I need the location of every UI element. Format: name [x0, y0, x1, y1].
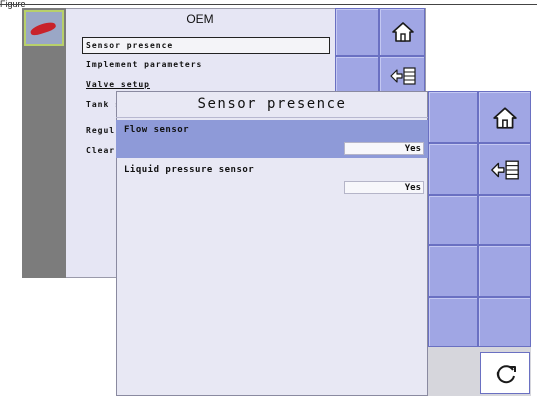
setting-label-flow-sensor: Flow sensor	[124, 125, 190, 135]
blank-tile[interactable]	[478, 297, 531, 347]
back-list-icon	[490, 159, 520, 181]
blank-tile[interactable]	[428, 195, 478, 245]
blank-tile[interactable]	[478, 195, 531, 245]
oem-blank-tile[interactable]	[335, 56, 379, 94]
oem-back-button[interactable]	[379, 56, 425, 94]
home-icon	[492, 105, 518, 131]
oem-home-button[interactable]	[379, 8, 425, 56]
oem-menu-item-sensor-presence[interactable]: Sensor presence	[86, 41, 173, 50]
blank-tile[interactable]	[428, 143, 478, 195]
oem-blank-tile[interactable]	[335, 8, 379, 56]
caption-rule	[0, 4, 537, 5]
back-list-icon	[390, 66, 416, 86]
setting-label-liquid-pressure-sensor: Liquid pressure sensor	[124, 165, 255, 175]
back-button[interactable]	[478, 143, 531, 195]
blank-tile[interactable]	[428, 297, 478, 347]
setting-value-flow-sensor[interactable]: Yes	[344, 142, 424, 155]
home-icon	[391, 20, 415, 44]
oem-menu-item-clear[interactable]: Clear	[86, 146, 115, 155]
title-divider	[116, 117, 428, 118]
refresh-icon	[493, 361, 519, 387]
oem-menu-item-valve-setup[interactable]: Valve setup	[86, 80, 150, 89]
oem-left-strip	[22, 8, 66, 278]
oem-title: OEM	[186, 12, 214, 26]
refresh-button[interactable]	[480, 352, 530, 394]
blank-tile[interactable]	[428, 245, 478, 297]
oem-menu-item-implement-parameters[interactable]: Implement parameters	[86, 60, 202, 69]
blank-tile[interactable]	[428, 91, 478, 143]
home-button[interactable]	[478, 91, 531, 143]
sensor-presence-title: Sensor presence	[197, 96, 347, 112]
oem-menu-item-regulation[interactable]: Regul	[86, 126, 115, 135]
setting-value-liquid-pressure-sensor[interactable]: Yes	[344, 181, 424, 194]
blank-tile[interactable]	[478, 245, 531, 297]
